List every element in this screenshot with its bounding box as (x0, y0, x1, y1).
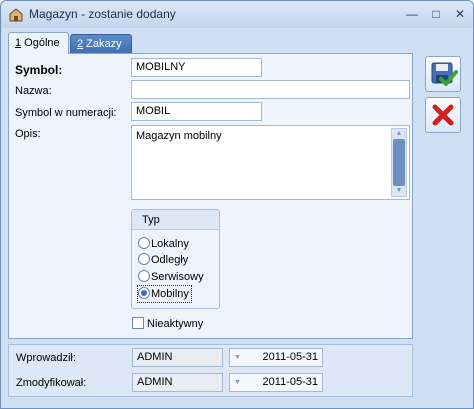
scroll-up-icon[interactable]: ▲ (392, 129, 406, 139)
cancel-button[interactable] (425, 97, 461, 133)
radio-icon[interactable] (138, 253, 150, 265)
typ-group: Typ Lokalny Odległy Serwisowy Mobilny (131, 209, 220, 309)
typ-group-title: Typ (132, 210, 219, 230)
wprowadzil-user: ADMIN (132, 348, 223, 367)
scroll-down-icon[interactable]: ▼ (392, 186, 406, 196)
maximize-button[interactable]: □ (427, 6, 445, 22)
nazwa-field[interactable] (131, 80, 410, 99)
save-button[interactable] (425, 56, 461, 92)
opis-scrollbar[interactable]: ▲ ▼ (391, 128, 407, 197)
wprowadzil-label: Wprowadził: (16, 352, 76, 364)
tab-zakazy[interactable]: 2 Zakazy (70, 34, 132, 53)
minimize-button[interactable]: — (403, 6, 421, 22)
warehouse-icon (9, 8, 23, 22)
radio-icon[interactable] (138, 270, 150, 282)
nazwa-label: Nazwa: (15, 85, 52, 97)
tab-ogolne[interactable]: 1 Ogólne (8, 32, 69, 54)
checkbox-icon[interactable] (132, 317, 144, 329)
opis-textarea[interactable]: Magazyn mobilny ▲ ▼ (131, 125, 410, 200)
wprowadzil-date: ▼ 2011-05-31 (229, 348, 323, 367)
radio-odlegly[interactable]: Odległy (138, 252, 188, 268)
chevron-down-icon: ▼ (234, 379, 241, 386)
opis-text: Magazyn mobilny (136, 130, 222, 142)
radio-mobilny[interactable]: Mobilny (137, 285, 192, 303)
symbol-field[interactable]: MOBILNY (131, 58, 262, 77)
symbol-label: Symbol: (15, 63, 63, 77)
cancel-icon (432, 104, 454, 126)
radio-icon[interactable] (138, 237, 150, 249)
audit-footer: Wprowadził: ADMIN ▼ 2011-05-31 Zmodyfiko… (8, 344, 413, 397)
chevron-down-icon: ▼ (234, 354, 241, 361)
title-bar[interactable]: Magazyn - zostanie dodany — □ ✕ (1, 1, 473, 28)
save-icon (431, 62, 458, 86)
symbol-numeracji-label: Symbol w numeracji: (15, 107, 117, 119)
scroll-thumb[interactable] (393, 139, 405, 186)
radio-serwisowy[interactable]: Serwisowy (138, 269, 204, 285)
radio-selected-icon[interactable] (138, 287, 150, 299)
zmodyfikowal-user: ADMIN (132, 373, 223, 392)
symbol-numeracji-field[interactable]: MOBIL (131, 102, 262, 121)
window-title: Magazyn - zostanie dodany (29, 7, 176, 21)
nieaktywny-checkbox[interactable]: Nieaktywny (132, 316, 203, 332)
dialog-window: Magazyn - zostanie dodany — □ ✕ 1 Ogólne… (0, 0, 474, 409)
close-button[interactable]: ✕ (451, 6, 469, 22)
zmodyfikowal-label: Zmodyfikował: (16, 377, 87, 389)
radio-lokalny[interactable]: Lokalny (138, 236, 189, 252)
zmodyfikowal-date: ▼ 2011-05-31 (229, 373, 323, 392)
opis-label: Opis: (15, 128, 41, 140)
